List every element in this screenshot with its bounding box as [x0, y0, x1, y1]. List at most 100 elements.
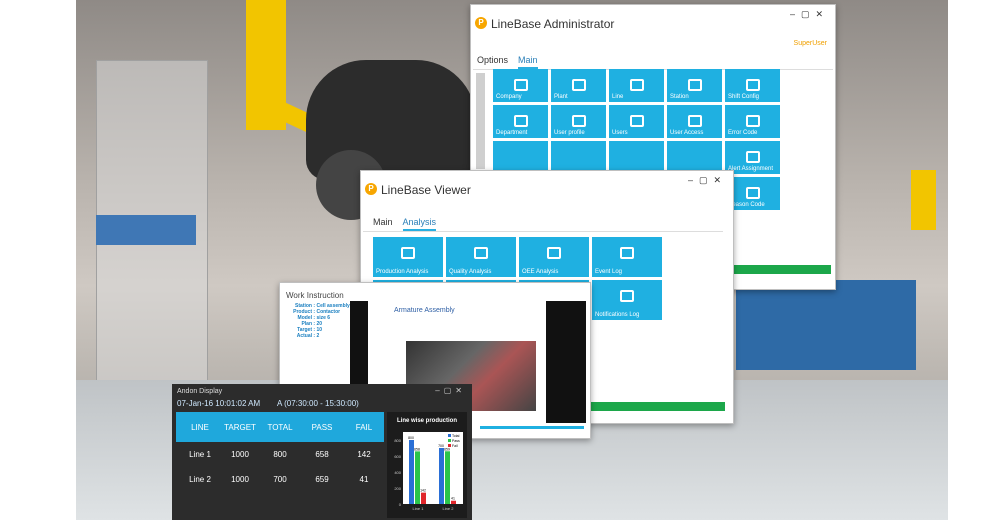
viewer-window-title: LineBase Viewer	[381, 183, 471, 197]
andon-cell: 800	[273, 450, 287, 459]
admin-tile-department[interactable]: Department	[493, 105, 548, 138]
admin-tile-label: Shift Config	[728, 94, 760, 100]
andon-cell: 659	[315, 475, 329, 484]
andon-header-fail: FAIL	[355, 423, 373, 432]
viewer-tile-label: Notifications Log	[595, 312, 640, 318]
legend-label-total: Total	[452, 434, 460, 438]
andon-cell: 41	[359, 475, 369, 484]
legend-swatch-fail	[448, 444, 451, 447]
andon-cell: 1000	[231, 475, 249, 484]
alert-icon	[745, 151, 760, 163]
admin-tile-company[interactable]: Company	[493, 69, 548, 102]
quality-icon	[474, 247, 488, 259]
window-controls[interactable]: –▢✕	[435, 386, 466, 395]
admin-tile-plant[interactable]: Plant	[551, 69, 606, 102]
y-tick-label: 800	[394, 438, 401, 443]
admin-tile-label: Error Code	[728, 130, 758, 136]
andon-header-total: TOTAL	[267, 423, 293, 432]
viewer-tile-event-log[interactable]: Event Log	[592, 237, 662, 277]
building-icon	[513, 79, 528, 91]
admin-tile-label: Users	[612, 130, 628, 136]
viewer-status-bar	[591, 402, 725, 411]
settings-grid-icon	[513, 115, 528, 127]
admin-tile-station[interactable]: Station	[667, 69, 722, 102]
andon-cell: 700	[273, 475, 287, 484]
slide-title: Armature Assembly	[394, 307, 455, 314]
andon-shift: A (07:30:00 - 15:30:00)	[277, 399, 359, 408]
admin-window-title: LineBase Administrator	[491, 17, 615, 31]
admin-tabs: Options Main	[477, 55, 548, 69]
admin-tile-label: Company	[496, 94, 522, 100]
tab-main[interactable]: Main	[518, 55, 538, 69]
wi-field-value: 2	[316, 333, 320, 339]
andon-title: Andon Display	[177, 388, 223, 395]
robot-arm-icon	[687, 79, 702, 91]
chart-title: Line wise production	[397, 418, 457, 424]
y-tick-label: 600	[394, 454, 401, 459]
admin-tile-error-code[interactable]: Error Code	[725, 105, 780, 138]
admin-tile-user-profile[interactable]: User profile	[551, 105, 606, 138]
admin-tile-shift-config[interactable]: Shift Config	[725, 69, 780, 102]
data-label: 142	[420, 489, 426, 493]
andon-cell: Line 2	[189, 475, 211, 484]
media-progress-bar[interactable]	[480, 426, 584, 429]
report-icon	[401, 247, 415, 259]
current-user-label: SuperUser	[793, 40, 827, 47]
touch-icon	[687, 115, 702, 127]
tab-options[interactable]: Options	[477, 55, 508, 65]
data-label: 800	[408, 436, 414, 440]
calendar-icon	[745, 79, 760, 91]
data-label: 658	[414, 447, 420, 451]
admin-tile-user-access[interactable]: User Access	[667, 105, 722, 138]
andon-cell: 142	[357, 450, 371, 459]
legend-label-fail: Fail	[452, 444, 458, 448]
viewer-tile-label: Quality Analysis	[449, 269, 492, 275]
wi-field-actual: Actual : 2	[286, 333, 320, 339]
andon-datetime: 07-Jan-16 10:01:02 AM	[177, 399, 261, 408]
chat-icon	[745, 115, 760, 127]
chart-svg: Line wise production 800 600 400 200 0 800 658 1…	[394, 418, 463, 511]
notifications-icon	[620, 290, 634, 302]
andon-cell: 1000	[231, 450, 249, 459]
window-controls[interactable]: –▢✕	[790, 9, 829, 20]
viewer-tile-label: Production Analysis	[376, 269, 429, 275]
linebase-logo-icon: P	[365, 183, 377, 195]
y-tick-label: 0	[399, 502, 402, 507]
x-tick-label: Line 1	[413, 506, 425, 511]
hierarchy-icon	[629, 79, 644, 91]
tab-main[interactable]: Main	[373, 217, 393, 227]
viewer-tile-label: Event Log	[595, 269, 623, 275]
reason-icon	[745, 187, 760, 199]
event-log-icon	[620, 247, 634, 259]
bar-pass-line-2	[445, 451, 450, 504]
admin-tile-label: Station	[670, 94, 689, 100]
andon-header-line: LINE	[191, 423, 209, 432]
viewer-tabs: Main Analysis	[373, 217, 446, 231]
line-wise-production-chart: Line wise production 800 600 400 200 0 800 658 1…	[387, 412, 467, 518]
oee-icon	[547, 247, 561, 259]
viewer-tile-quality-analysis[interactable]: Quality Analysis	[446, 237, 516, 277]
bar-pass-line-1	[415, 451, 420, 504]
admin-tile-label: Line	[612, 94, 624, 100]
viewer-tile-oee-analysis[interactable]: OEE Analysis	[519, 237, 589, 277]
tab-analysis[interactable]: Analysis	[402, 217, 437, 231]
andon-cell: 658	[315, 450, 329, 459]
window-controls[interactable]: –▢✕	[688, 175, 727, 186]
viewer-tile-label: OEE Analysis	[522, 269, 559, 275]
viewer-tile-production-analysis[interactable]: Production Analysis	[373, 237, 443, 277]
viewer-tile-notifications-log[interactable]: Notifications Log	[592, 280, 662, 320]
admin-tile-line[interactable]: Line	[609, 69, 664, 102]
andon-header-pass: PASS	[311, 423, 333, 432]
admin-tile-label: User profile	[554, 130, 585, 136]
andon-cell: Line 1	[189, 450, 211, 459]
y-tick-label: 200	[394, 486, 401, 491]
andon-header-target: TARGET	[224, 423, 256, 432]
admin-scrollbar[interactable]	[476, 73, 485, 169]
data-label: 700	[438, 444, 444, 448]
legend-label-pass: Pass	[452, 439, 460, 443]
admin-status-bar	[733, 265, 831, 274]
x-tick-label: Line 2	[443, 506, 455, 511]
map-pin-icon	[571, 79, 586, 91]
admin-tile-users[interactable]: Users	[609, 105, 664, 138]
admin-tile-label: Department	[496, 130, 528, 136]
